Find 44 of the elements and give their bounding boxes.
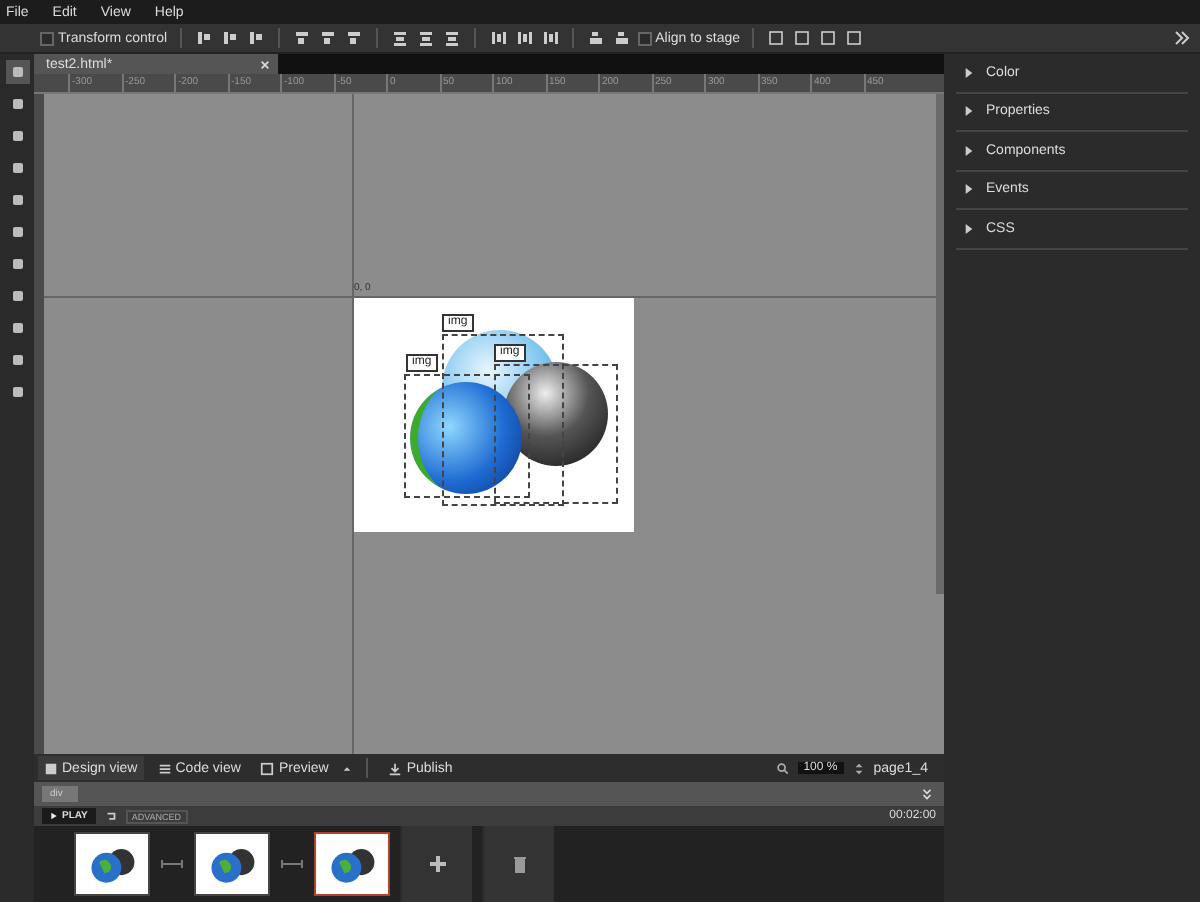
collapse-icon[interactable] — [920, 787, 934, 801]
spinner-icon[interactable] — [851, 761, 866, 775]
plus-icon — [427, 854, 447, 874]
view-icon — [260, 761, 275, 775]
zoom-icon[interactable] — [775, 761, 790, 775]
download-icon — [388, 761, 403, 775]
distribute-icon[interactable] — [389, 28, 410, 48]
trash-icon — [509, 854, 529, 874]
globe-drawing — [410, 382, 522, 494]
transition-icon[interactable] — [280, 858, 304, 870]
page-icon[interactable] — [766, 28, 787, 48]
transition-icon[interactable] — [160, 858, 184, 870]
frame-thumbnail[interactable] — [314, 832, 390, 896]
frame-thumbnail[interactable] — [74, 832, 150, 896]
frame-thumbnail[interactable] — [194, 832, 270, 896]
align-icon[interactable] — [343, 28, 364, 48]
align-icon[interactable] — [245, 28, 266, 48]
scrollbar[interactable] — [936, 94, 944, 594]
page-icon[interactable] — [818, 28, 839, 48]
arrange-icon[interactable] — [585, 28, 606, 48]
distribute-icon[interactable] — [441, 28, 462, 48]
delete-frame-button[interactable] — [482, 826, 554, 902]
undo-icon[interactable] — [103, 809, 118, 823]
view-icon — [157, 761, 172, 775]
add-frame-button[interactable] — [400, 826, 472, 902]
view-icon — [44, 761, 58, 775]
distribute-icon[interactable] — [487, 28, 508, 48]
page-icon[interactable] — [792, 28, 813, 48]
tool-button[interactable] — [5, 60, 29, 84]
align-icon[interactable] — [317, 28, 338, 48]
selection-box[interactable] — [494, 364, 618, 504]
page-icon[interactable] — [844, 28, 865, 48]
caret-icon[interactable] — [342, 763, 353, 773]
close-icon[interactable] — [260, 59, 270, 69]
arrange-icon[interactable] — [611, 28, 632, 48]
align-icon[interactable] — [219, 28, 240, 48]
distribute-icon[interactable] — [539, 28, 560, 48]
distribute-icon[interactable] — [513, 28, 534, 48]
distribute-icon[interactable] — [415, 28, 436, 48]
double-chevron-icon[interactable] — [1172, 28, 1192, 48]
selection-box[interactable] — [404, 374, 530, 498]
play-icon — [50, 812, 58, 820]
align-icon[interactable] — [291, 28, 312, 48]
align-icon[interactable] — [193, 28, 214, 48]
